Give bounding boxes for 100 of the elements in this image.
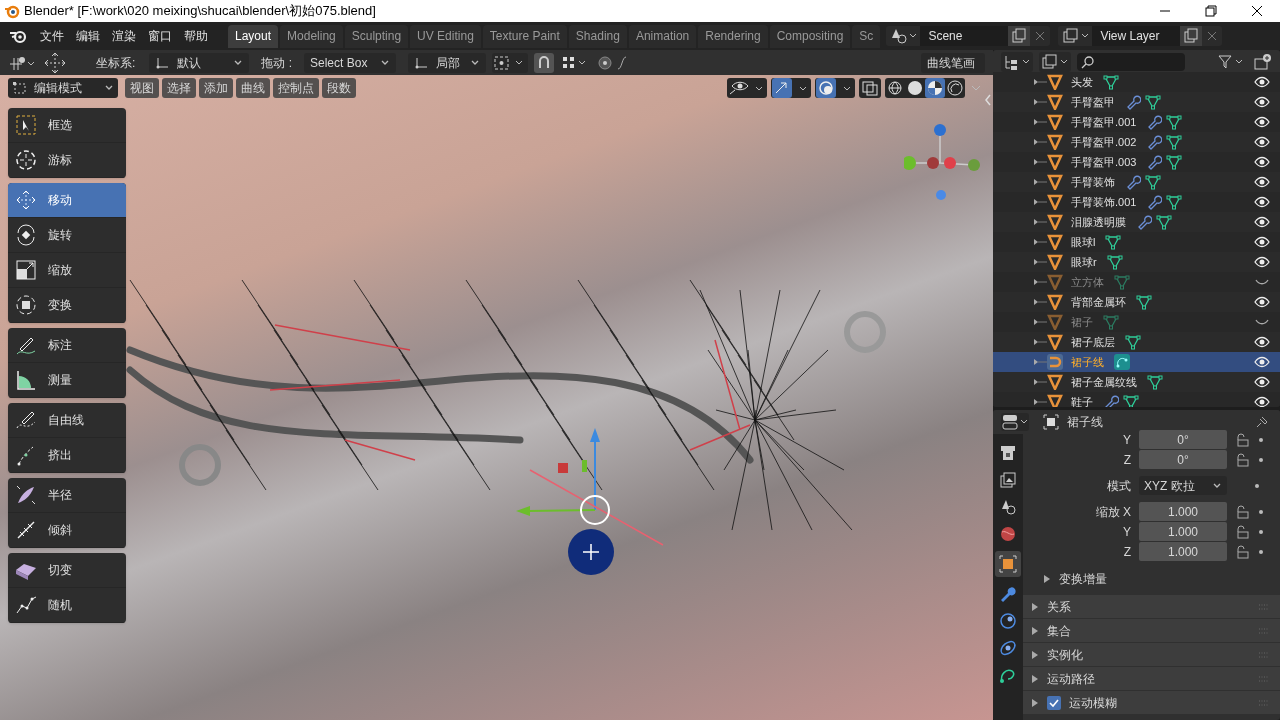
- expand-arrow-icon[interactable]: [1033, 397, 1047, 407]
- object-tab-icon[interactable]: [995, 551, 1021, 577]
- tool-button[interactable]: 标注: [8, 328, 126, 363]
- stroke-dropdown[interactable]: 曲线笔画: [921, 52, 985, 73]
- expand-arrow-icon[interactable]: [1033, 237, 1047, 247]
- eye-icon[interactable]: [1254, 216, 1270, 228]
- view-layer-icon[interactable]: [1058, 26, 1093, 46]
- eye-icon[interactable]: [1254, 356, 1270, 368]
- checkbox[interactable]: [1047, 695, 1061, 710]
- number-field[interactable]: 1.000: [1139, 522, 1227, 541]
- display-mode-icon[interactable]: [1001, 52, 1033, 72]
- number-field[interactable]: 0°: [1139, 450, 1227, 469]
- number-field[interactable]: 0°: [1139, 430, 1227, 449]
- mesh-data-icon[interactable]: [1147, 374, 1163, 390]
- eye-icon[interactable]: [1254, 236, 1270, 248]
- header-menu[interactable]: 选择: [162, 77, 196, 98]
- eye-icon[interactable]: [1254, 116, 1270, 128]
- wrench-icon[interactable]: [1146, 134, 1163, 150]
- shading-rendered-icon[interactable]: [945, 77, 965, 98]
- wrench-icon[interactable]: [1103, 394, 1119, 407]
- eye-icon[interactable]: [1254, 156, 1270, 168]
- close-icon[interactable]: [1202, 26, 1223, 46]
- expand-arrow-icon[interactable]: [1033, 97, 1047, 107]
- mesh-data-icon[interactable]: [1103, 74, 1119, 90]
- header-menu[interactable]: 控制点: [273, 77, 319, 98]
- eye-icon[interactable]: [1254, 196, 1270, 208]
- object-name[interactable]: 背部金属环: [1071, 293, 1126, 311]
- tool-button[interactable]: 框选: [8, 108, 126, 143]
- object-name[interactable]: 裙子底层: [1071, 333, 1115, 351]
- workspace-tab[interactable]: Rendering: [698, 24, 768, 48]
- search-field[interactable]: [1077, 53, 1185, 71]
- keyframe-dot-icon[interactable]: [1257, 527, 1265, 536]
- workspace-tab[interactable]: Layout: [228, 24, 279, 48]
- workspace-tab[interactable]: Sculpting: [344, 24, 409, 48]
- expand-arrow-icon[interactable]: [1033, 277, 1047, 287]
- tool-button[interactable]: 半径: [8, 478, 126, 513]
- eye-icon[interactable]: [1254, 376, 1270, 388]
- drag-dropdown[interactable]: Select Box: [304, 52, 396, 73]
- mesh-data-icon[interactable]: [1166, 154, 1183, 170]
- object-name[interactable]: 鞋子: [1071, 393, 1093, 407]
- expand-arrow-icon[interactable]: [1033, 337, 1047, 347]
- keyframe-dot-icon[interactable]: [1257, 435, 1265, 444]
- menu-item[interactable]: 文件: [34, 27, 70, 45]
- object-name[interactable]: 眼球l: [1071, 233, 1096, 251]
- mode-dropdown[interactable]: 编辑模式: [8, 77, 118, 98]
- wrench-icon[interactable]: [1125, 94, 1141, 110]
- mode-dropdown[interactable]: XYZ 欧拉: [1139, 476, 1227, 495]
- pin-icon[interactable]: [1254, 414, 1270, 430]
- panel-header[interactable]: 实例化: [1023, 643, 1280, 666]
- header-menu[interactable]: 视图: [125, 77, 159, 98]
- number-field[interactable]: 1.000: [1139, 542, 1227, 561]
- curve-data-icon[interactable]: [1114, 354, 1130, 370]
- object-name[interactable]: 手臂盔甲.001: [1071, 113, 1137, 131]
- 3d-cursor-icon[interactable]: [567, 528, 615, 576]
- tool-button[interactable]: 倾斜: [8, 513, 126, 548]
- header-menu[interactable]: 段数: [322, 77, 356, 98]
- wrench-icon[interactable]: [1146, 194, 1163, 210]
- eye-icon[interactable]: [1254, 176, 1270, 188]
- keyframe-dot-icon[interactable]: [1257, 455, 1265, 464]
- mesh-data-icon[interactable]: [1156, 214, 1172, 230]
- overlays-icon[interactable]: [815, 77, 855, 98]
- expand-arrow-icon[interactable]: [1033, 297, 1047, 307]
- expand-arrow-icon[interactable]: [1033, 217, 1047, 227]
- eye-icon[interactable]: [1254, 256, 1270, 268]
- outliner-row[interactable]: 头发: [993, 72, 1280, 92]
- object-name[interactable]: 泪腺透明膜: [1071, 213, 1126, 231]
- workspace-tab[interactable]: Texture Paint: [482, 24, 567, 48]
- expand-arrow-icon[interactable]: [1033, 117, 1047, 127]
- view-layer-field[interactable]: View Layer: [1092, 26, 1181, 46]
- mesh-data-icon[interactable]: [1166, 134, 1183, 150]
- expand-arrow-icon[interactable]: [1033, 157, 1047, 167]
- mesh-data-icon[interactable]: [1125, 334, 1141, 350]
- wrench-icon[interactable]: [1146, 154, 1163, 170]
- workspace-tab[interactable]: Sc: [852, 24, 881, 48]
- menu-item[interactable]: 窗口: [142, 27, 178, 45]
- expand-arrow-icon[interactable]: [1033, 197, 1047, 207]
- eye-icon[interactable]: [1254, 76, 1270, 88]
- outliner-row[interactable]: 裙子线: [993, 352, 1280, 372]
- scene-icon[interactable]: [886, 26, 921, 46]
- expand-arrow-icon[interactable]: [1033, 377, 1047, 387]
- workspace-tab[interactable]: Shading: [568, 24, 627, 48]
- object-name[interactable]: 眼球r: [1071, 253, 1097, 271]
- workspace-tab[interactable]: Compositing: [769, 24, 851, 48]
- tool-button[interactable]: 变换: [8, 288, 126, 323]
- panel-header[interactable]: 集合: [1023, 619, 1280, 642]
- object-name[interactable]: 头发: [1071, 73, 1093, 91]
- tool-button[interactable]: 旋转: [8, 218, 126, 253]
- wrench-icon[interactable]: [1125, 174, 1141, 190]
- eye-icon[interactable]: [1254, 96, 1270, 108]
- menu-item[interactable]: 编辑: [70, 27, 106, 45]
- object-name[interactable]: 手臂盔甲.002: [1071, 133, 1137, 151]
- scene-field[interactable]: Scene: [920, 26, 1009, 46]
- keyframe-dot-icon[interactable]: [1257, 547, 1265, 556]
- tool-button[interactable]: 自由线: [8, 403, 126, 438]
- tool-button[interactable]: 缩放: [8, 253, 126, 288]
- panel-header[interactable]: 运动路径: [1023, 667, 1280, 690]
- shading-material-icon[interactable]: [925, 77, 945, 98]
- mesh-data-icon[interactable]: [1105, 234, 1122, 250]
- pivot-point-icon[interactable]: [492, 52, 528, 73]
- orientation-dropdown[interactable]: 默认: [149, 52, 250, 73]
